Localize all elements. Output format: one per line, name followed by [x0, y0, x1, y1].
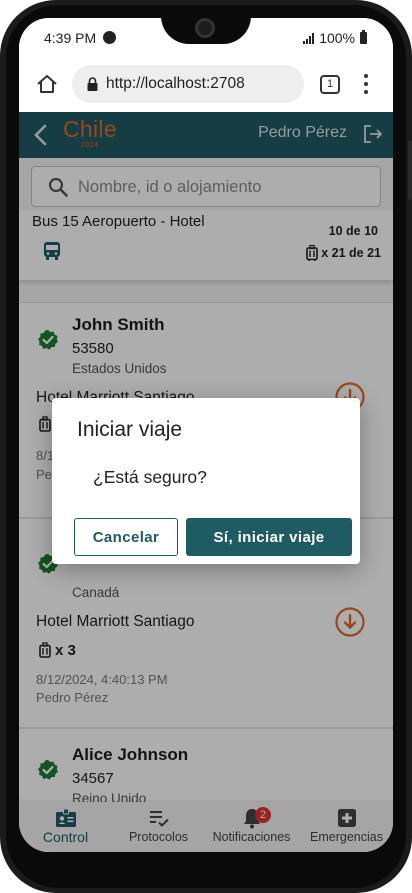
- tabs-icon[interactable]: 1: [320, 75, 340, 94]
- status-bar: 4:39 PM 100%: [19, 18, 393, 58]
- battery-percent: 100%: [319, 30, 355, 46]
- status-indicators: 100%: [303, 30, 367, 46]
- side-button: [408, 140, 412, 200]
- cancel-button[interactable]: Cancelar: [74, 518, 178, 556]
- spotify-icon: [103, 31, 116, 44]
- dialog-message: ¿Está seguro?: [93, 467, 207, 487]
- url-text: http://localhost:2708: [106, 75, 245, 92]
- home-icon[interactable]: [36, 73, 58, 95]
- confirm-start-trip-button[interactable]: Sí, iniciar viaje: [186, 518, 352, 556]
- address-bar[interactable]: http://localhost:2708: [72, 65, 304, 103]
- screen: 4:39 PM 100% http://localhost:2708 1 Chi…: [19, 18, 393, 852]
- lock-icon: [87, 77, 98, 91]
- signal-icon: [303, 32, 315, 44]
- confirm-dialog: Iniciar viaje ¿Está seguro? Cancelar Sí,…: [52, 398, 360, 564]
- battery-icon: [360, 30, 367, 44]
- dialog-title: Iniciar viaje: [77, 418, 183, 441]
- phone-frame: 4:39 PM 100% http://localhost:2708 1 Chi…: [0, 0, 412, 893]
- status-time: 4:39 PM: [44, 30, 97, 46]
- camera: [195, 18, 215, 38]
- browser-toolbar: http://localhost:2708 1: [19, 58, 393, 112]
- more-menu-icon[interactable]: [364, 74, 368, 94]
